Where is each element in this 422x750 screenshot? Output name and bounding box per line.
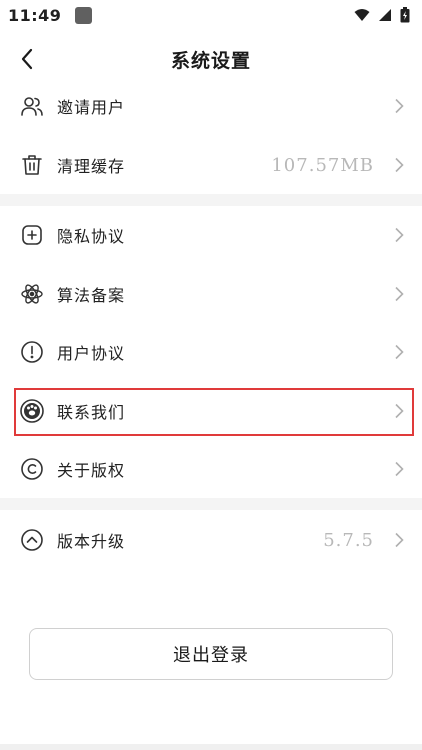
chevron-right-icon	[392, 155, 406, 175]
settings-item-user-agreement[interactable]: 用户协议	[0, 323, 422, 381]
page-title: 系统设置	[170, 49, 251, 72]
back-button[interactable]	[10, 42, 44, 76]
chevron-right-icon	[392, 225, 406, 245]
settings-item-algorithm-filing[interactable]: 算法备案	[0, 265, 422, 323]
paw-icon	[20, 399, 44, 423]
battery-icon	[400, 7, 410, 23]
settings-item-label: 隐私协议	[57, 227, 126, 246]
settings-item-label: 清理缓存	[57, 157, 126, 176]
settings-item-label: 邀请用户	[57, 98, 126, 117]
settings-item-label: 关于版权	[57, 461, 126, 480]
status-icons	[354, 7, 410, 23]
status-bar: 11:49	[0, 0, 422, 30]
chevron-right-icon	[392, 284, 406, 304]
chevron-right-icon	[392, 530, 406, 550]
trash-icon	[20, 153, 44, 177]
bottom-bar	[0, 744, 422, 750]
alert-circle-icon	[20, 340, 44, 364]
wifi-icon	[354, 9, 370, 21]
nav-bar: 系统设置	[0, 36, 422, 82]
cache-size-value: 107.57MB	[271, 154, 374, 176]
settings-item-clear-cache[interactable]: 清理缓存 107.57MB	[0, 136, 422, 194]
settings-item-label: 用户协议	[57, 344, 126, 363]
settings-item-label: 联系我们	[57, 403, 126, 422]
atom-icon	[20, 282, 44, 306]
plus-square-icon	[20, 223, 44, 247]
chevron-right-icon	[392, 401, 406, 421]
signal-icon	[379, 9, 391, 21]
chevron-right-icon	[392, 96, 406, 116]
settings-item-privacy-policy[interactable]: 隐私协议	[0, 206, 422, 264]
settings-item-contact-us[interactable]: 联系我们	[0, 382, 422, 440]
chevron-right-icon	[392, 342, 406, 362]
users-icon	[20, 94, 44, 118]
chevron-right-icon	[392, 459, 406, 479]
settings-item-invite-users[interactable]: 邀请用户	[0, 77, 422, 135]
settings-item-version-upgrade[interactable]: 版本升级 5.7.5	[0, 511, 422, 569]
settings-item-label: 版本升级	[57, 532, 126, 551]
app-notification-icon	[75, 6, 93, 24]
chevron-up-circle-icon	[20, 528, 44, 552]
version-value: 5.7.5	[323, 529, 374, 551]
section-divider	[0, 498, 422, 510]
logout-button[interactable]: 退出登录	[29, 628, 393, 680]
section-divider	[0, 194, 422, 206]
copyright-icon	[20, 457, 44, 481]
settings-item-label: 算法备案	[57, 286, 126, 305]
status-time: 11:49	[8, 5, 62, 25]
chevron-left-icon	[21, 48, 33, 70]
settings-item-copyright[interactable]: 关于版权	[0, 440, 422, 498]
